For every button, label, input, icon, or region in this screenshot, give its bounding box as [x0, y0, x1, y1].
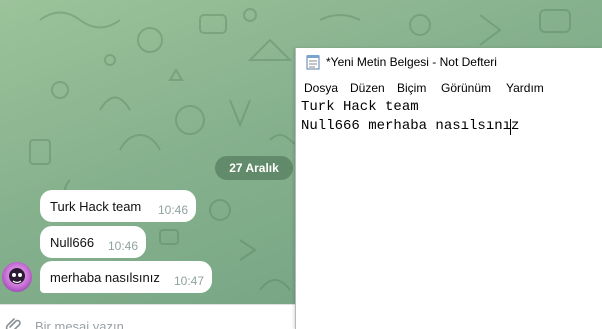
date-divider: 27 Aralık	[215, 156, 293, 180]
message-text: Turk Hack team	[50, 198, 142, 214]
avatar-image	[9, 268, 25, 284]
notepad-text-area[interactable]: Turk Hack team Null666 merhaba nasılsını…	[296, 98, 602, 329]
paperclip-icon[interactable]	[4, 315, 22, 329]
text-line: Turk Hack team	[301, 99, 419, 115]
menu-file[interactable]: Dosya	[304, 81, 338, 95]
menu-edit[interactable]: Düzen	[350, 81, 385, 95]
message-time: 10:46	[157, 203, 188, 217]
message-bubble[interactable]: merhaba nasılsınız 10:47	[40, 261, 212, 293]
message-time: 10:46	[107, 239, 138, 253]
sender-avatar[interactable]	[2, 262, 32, 292]
menu-help[interactable]: Yardım	[506, 81, 544, 95]
menu-view[interactable]: Görünüm	[441, 81, 491, 95]
menu-format[interactable]: Biçim	[397, 81, 426, 95]
message-text: Null666	[50, 234, 95, 250]
message-bubble[interactable]: Turk Hack team 10:46	[40, 190, 196, 222]
notepad-app-icon	[306, 55, 320, 70]
notepad-title-bar[interactable]: *Yeni Metin Belgesi - Not Defteri	[296, 48, 602, 76]
notepad-menu-bar: Dosya Düzen Biçim Görünüm Yardım	[296, 76, 602, 98]
notepad-window[interactable]: *Yeni Metin Belgesi - Not Defteri Dosya …	[295, 48, 602, 329]
message-time: 10:47	[173, 274, 204, 288]
message-input-placeholder[interactable]: Bir mesaj yazın	[35, 319, 124, 329]
text-cursor	[510, 119, 511, 135]
message-input-bar[interactable]: Bir mesaj yazın	[0, 304, 298, 329]
message-text: merhaba nasılsınız	[50, 269, 160, 285]
text-line: Null666 merhaba nasılsınız	[301, 118, 520, 134]
message-bubble[interactable]: Null666 10:46	[40, 226, 146, 258]
notepad-title: *Yeni Metin Belgesi - Not Defteri	[326, 55, 497, 69]
